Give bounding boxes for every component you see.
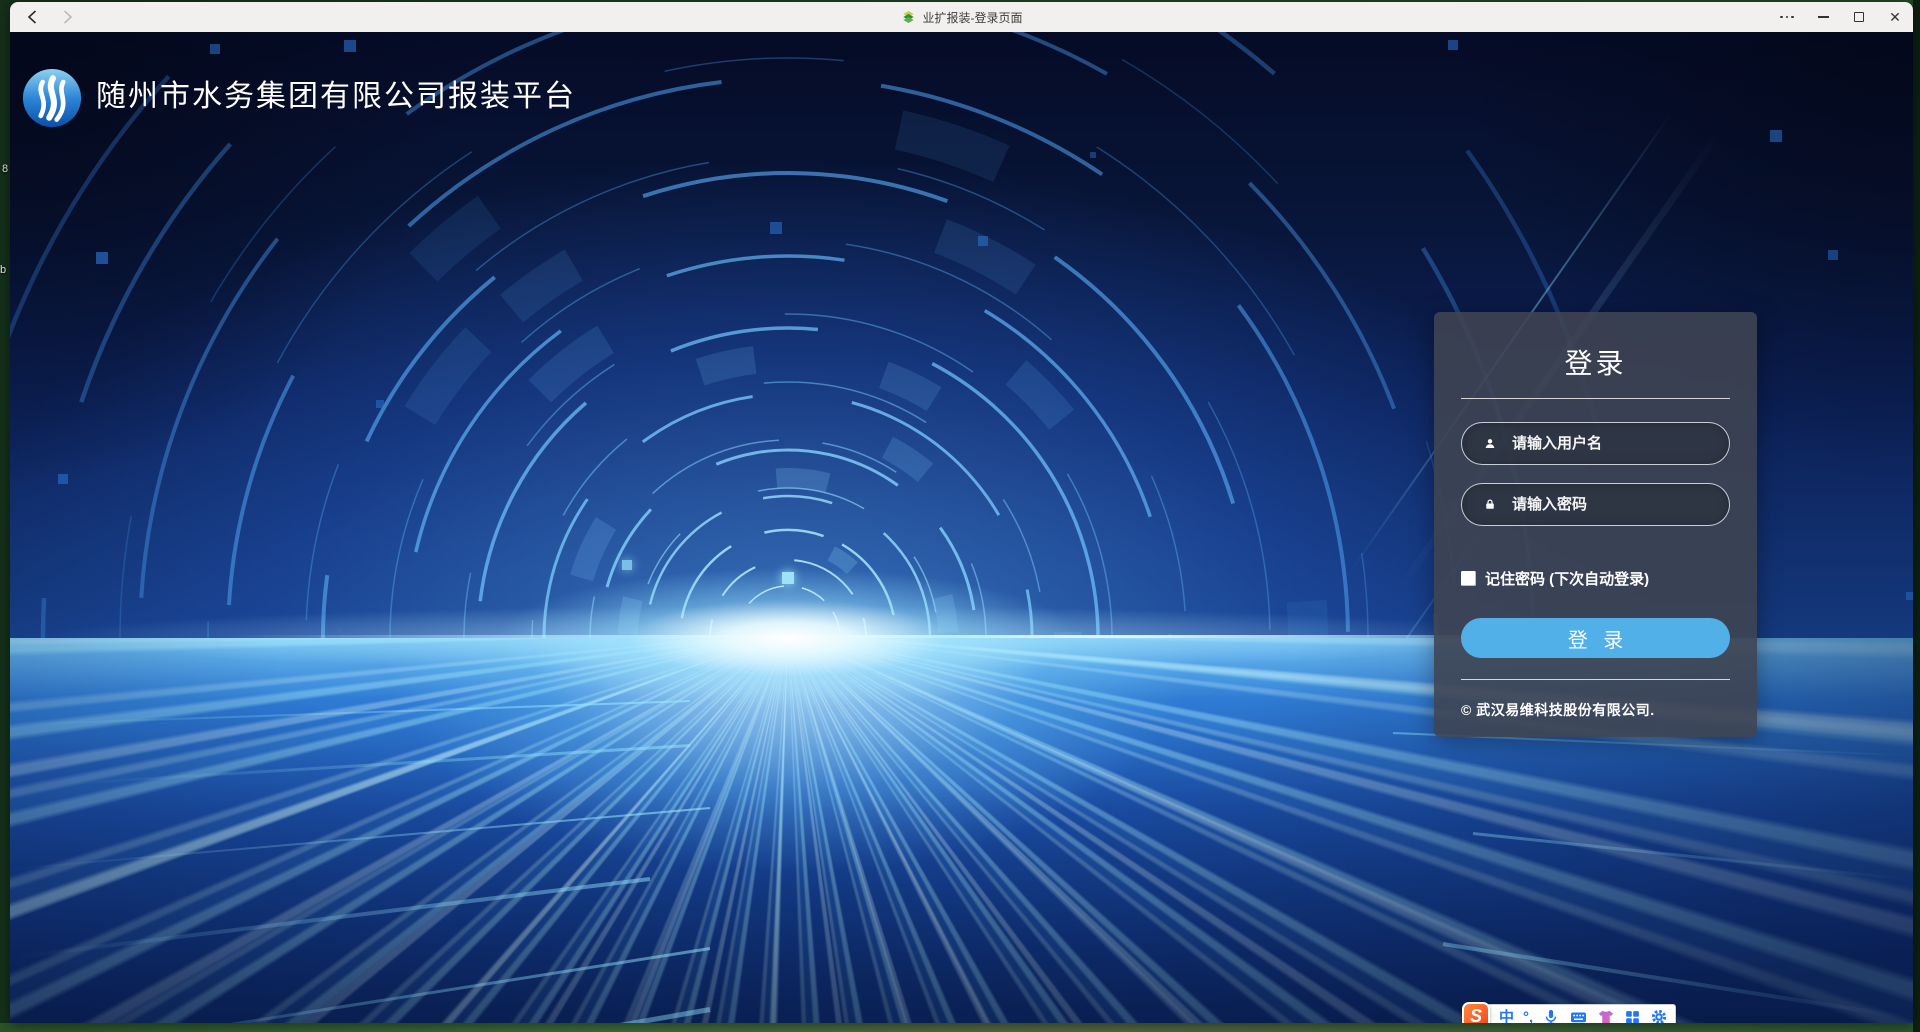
close-icon[interactable]: ✕ — [1877, 2, 1913, 32]
login-panel: 登录 记住密码 (下次自动登录) 登 录 — [1434, 312, 1757, 737]
skin-icon[interactable] — [1597, 1008, 1615, 1023]
page-title: 随州市水务集团有限公司报装平台 — [96, 71, 576, 115]
sogou-logo-icon[interactable]: S — [1462, 1002, 1490, 1023]
mic-icon[interactable] — [1542, 1008, 1560, 1023]
login-heading: 登录 — [1434, 342, 1757, 382]
password-input[interactable] — [1512, 496, 1729, 513]
deco-square — [1828, 250, 1838, 260]
deco-square — [1448, 40, 1458, 50]
toolbox-icon[interactable] — [1624, 1009, 1641, 1024]
deco-square — [978, 236, 988, 246]
remember-password-row[interactable]: 记住密码 (下次自动登录) — [1461, 568, 1730, 589]
window-titlebar: 业扩报装-登录页面 ✕ — [10, 2, 1913, 32]
punctuation-icon[interactable]: °, — [1523, 1010, 1533, 1024]
deco-square — [770, 222, 782, 234]
desktop-icon-text-fragment: b — [0, 264, 6, 276]
divider — [1461, 679, 1730, 680]
app-window: 业扩报装-登录页面 ✕ — [10, 2, 1913, 1023]
remember-checkbox[interactable] — [1461, 571, 1476, 586]
chinese-mode-icon[interactable]: 中 — [1499, 1010, 1514, 1024]
copyright-text: © 武汉易维科技股份有限公司. — [1461, 700, 1730, 720]
deco-square — [376, 400, 384, 408]
password-field[interactable] — [1461, 483, 1730, 526]
user-icon — [1484, 434, 1496, 453]
lock-icon — [1484, 495, 1496, 514]
deco-square — [210, 44, 220, 54]
ime-toolbar: 中 °, — [1462, 1002, 1676, 1023]
forward-icon[interactable] — [62, 9, 74, 25]
remember-label: 记住密码 (下次自动登录) — [1485, 568, 1649, 589]
deco-square — [1906, 592, 1913, 600]
login-page: 随州市水务集团有限公司报装平台 登录 — [10, 32, 1913, 1023]
maximize-icon[interactable] — [1841, 2, 1877, 32]
divider — [1461, 398, 1730, 399]
username-field[interactable] — [1461, 422, 1730, 465]
username-input[interactable] — [1512, 435, 1729, 452]
desktop-icon-text-fragment: 8 — [2, 163, 8, 175]
desktop-bottom-strip — [0, 1023, 1920, 1032]
water-wave-logo — [22, 68, 82, 128]
app-logo-icon — [901, 10, 916, 25]
deco-square — [58, 474, 68, 484]
deco-square — [344, 40, 356, 52]
minimize-icon[interactable] — [1805, 2, 1841, 32]
settings-icon[interactable] — [1650, 1008, 1668, 1023]
vanishing-point-glow — [498, 568, 1078, 708]
deco-square — [1770, 130, 1782, 142]
desktop-right-strip — [1913, 0, 1920, 1032]
keyboard-icon[interactable] — [1569, 1008, 1588, 1023]
brand-header: 随州市水务集团有限公司报装平台 — [22, 68, 576, 128]
deco-square — [96, 252, 108, 264]
window-title: 业扩报装-登录页面 — [923, 9, 1023, 26]
deco-square — [1090, 152, 1096, 158]
more-options-icon[interactable] — [1769, 2, 1805, 32]
back-icon[interactable] — [26, 9, 38, 25]
login-button[interactable]: 登 录 — [1461, 618, 1730, 658]
